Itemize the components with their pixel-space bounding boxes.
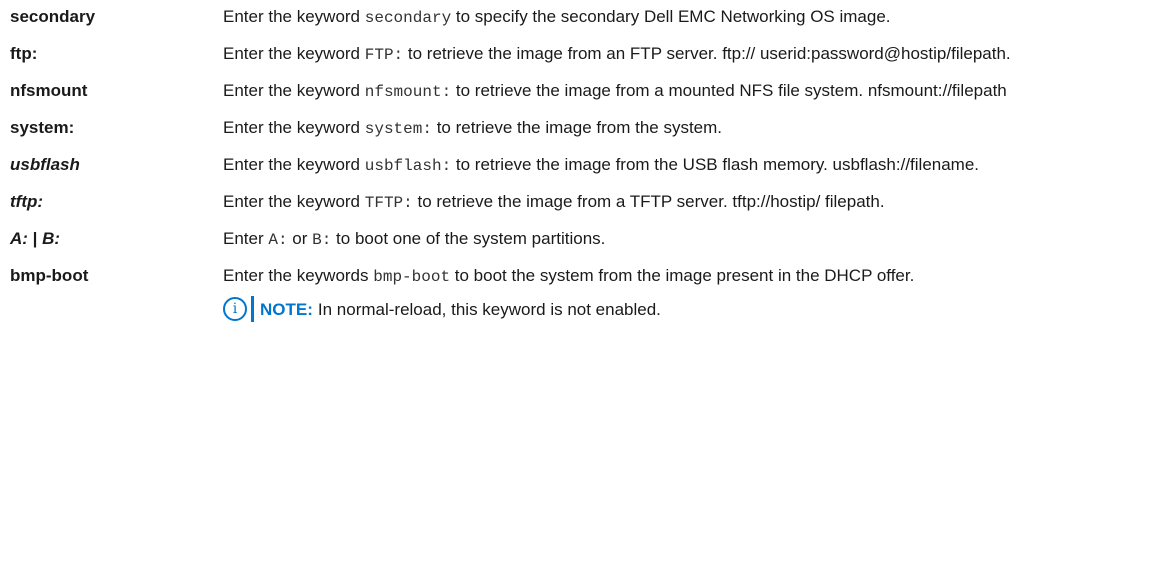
param-term: nfsmount: [10, 81, 88, 100]
param-term: usbflash: [10, 155, 80, 174]
info-icon: i: [223, 297, 247, 321]
param-row-tftp: tftp: Enter the keyword TFTP: to retriev…: [0, 189, 1157, 216]
note-callout: i NOTE: In normal-reload, this keyword i…: [223, 296, 1137, 322]
desc-text: Enter the keyword: [223, 192, 365, 211]
code-keyword: secondary: [364, 9, 452, 27]
note-text: In normal-reload, this keyword is not en…: [317, 299, 661, 319]
param-row-usbflash: usbflash Enter the keyword usbflash: to …: [0, 152, 1157, 179]
param-description: Enter the keyword FTP: to retrieve the i…: [223, 41, 1157, 68]
param-row-system: system: Enter the keyword system: to ret…: [0, 115, 1157, 142]
desc-text: to specify the secondary Dell EMC Networ…: [451, 7, 891, 26]
desc-text: Enter the keyword: [223, 118, 365, 137]
desc-text: Enter the keyword: [223, 44, 365, 63]
desc-text: to boot one of the system partitions.: [331, 229, 606, 248]
param-term: A: | B:: [0, 226, 223, 251]
param-row-ftp: ftp: Enter the keyword FTP: to retrieve …: [0, 41, 1157, 68]
param-term: tftp:: [10, 192, 44, 211]
param-row-partitions: A: | B: Enter A: or B: to boot one of th…: [0, 226, 1157, 253]
term-b: B:: [42, 229, 61, 248]
desc-line: Enter the keywords bmp-boot to boot the …: [223, 263, 1137, 290]
param-description: Enter the keyword system: to retrieve th…: [223, 115, 1157, 142]
desc-text: or: [287, 229, 313, 248]
desc-text: to boot the system from the image presen…: [450, 266, 915, 285]
param-term: system:: [10, 118, 75, 137]
term-a: A:: [10, 229, 28, 248]
parameter-table: secondary Enter the keyword secondary to…: [0, 0, 1157, 322]
param-description: Enter the keywords bmp-boot to boot the …: [223, 263, 1157, 322]
param-term: bmp-boot: [10, 266, 89, 285]
code-keyword: nfsmount:: [364, 83, 452, 101]
desc-text: to retrieve the image from a mounted NFS…: [451, 81, 1007, 100]
desc-text: to retrieve the image from the USB flash…: [451, 155, 980, 174]
param-term: secondary: [10, 7, 96, 26]
code-keyword: FTP:: [364, 46, 404, 64]
note-divider: [251, 296, 254, 322]
desc-text: Enter: [223, 229, 269, 248]
note-label: NOTE:: [260, 299, 313, 319]
code-keyword: TFTP:: [364, 194, 413, 212]
desc-text: to retrieve the image from an FTP server…: [403, 44, 1011, 63]
param-row-nfsmount: nfsmount Enter the keyword nfsmount: to …: [0, 78, 1157, 105]
desc-text: Enter the keywords: [223, 266, 374, 285]
param-description: Enter the keyword TFTP: to retrieve the …: [223, 189, 1157, 216]
param-term: ftp:: [10, 44, 38, 63]
desc-text: Enter the keyword: [223, 155, 365, 174]
desc-text: Enter the keyword: [223, 7, 365, 26]
code-keyword: system:: [364, 120, 432, 138]
code-keyword: bmp-boot: [373, 268, 451, 286]
desc-text: to retrieve the image from a TFTP server…: [412, 192, 885, 211]
term-separator: |: [27, 229, 43, 248]
code-keyword: A:: [268, 231, 288, 249]
param-description: Enter the keyword nfsmount: to retrieve …: [223, 78, 1157, 105]
code-keyword: usbflash:: [364, 157, 452, 175]
desc-text: to retrieve the image from the system.: [431, 118, 723, 137]
code-keyword: B:: [312, 231, 332, 249]
param-row-bmp-boot: bmp-boot Enter the keywords bmp-boot to …: [0, 263, 1157, 322]
param-description: Enter A: or B: to boot one of the system…: [223, 226, 1157, 253]
param-description: Enter the keyword usbflash: to retrieve …: [223, 152, 1157, 179]
param-row-secondary: secondary Enter the keyword secondary to…: [0, 4, 1157, 31]
desc-text: Enter the keyword: [223, 81, 365, 100]
param-description: Enter the keyword secondary to specify t…: [223, 4, 1157, 31]
